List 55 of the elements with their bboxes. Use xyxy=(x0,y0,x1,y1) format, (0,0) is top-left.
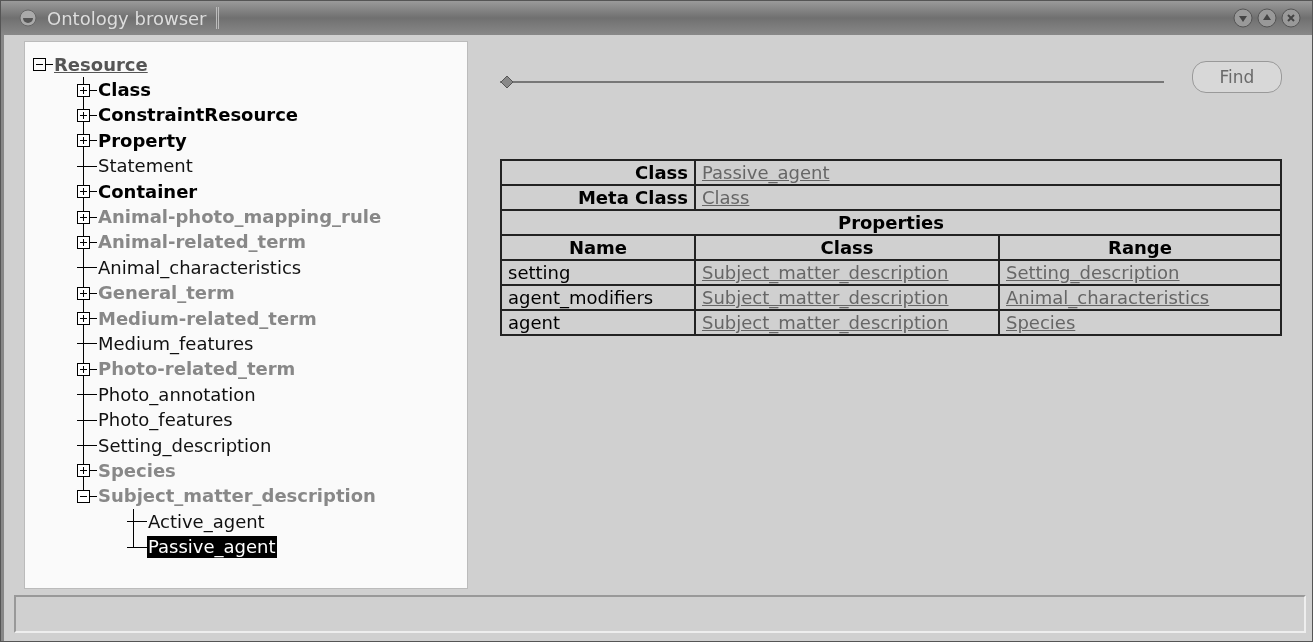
plus-box-icon[interactable] xyxy=(77,83,90,97)
plus-box-icon[interactable] xyxy=(77,210,90,224)
table-header-cell: Meta Class xyxy=(501,185,695,210)
close-icon[interactable] xyxy=(1280,7,1302,29)
tree-item[interactable]: ConstraintResource xyxy=(97,104,300,127)
tree-item[interactable]: Passive_agent xyxy=(147,536,277,559)
column-header: Range xyxy=(999,235,1281,260)
property-class-link[interactable]: Subject_matter_description xyxy=(702,262,949,283)
table-header-cell: Class xyxy=(501,160,695,185)
tree-item[interactable]: Resource xyxy=(53,53,149,76)
column-header: Class xyxy=(695,235,999,260)
plus-box-icon[interactable] xyxy=(77,185,90,199)
tree-item[interactable]: Medium_features xyxy=(97,333,255,355)
table-cell: agent_modifiers xyxy=(501,285,695,310)
property-class-link[interactable]: Subject_matter_description xyxy=(702,287,949,308)
tree-item[interactable]: Photo-related_term xyxy=(97,358,297,381)
tree-item[interactable]: Photo_annotation xyxy=(97,383,257,406)
table-cell: setting xyxy=(501,260,695,285)
tree-item[interactable]: Species xyxy=(97,459,177,482)
range-link[interactable]: Animal_characteristics xyxy=(1006,287,1210,308)
property-class-link[interactable]: Subject_matter_description xyxy=(702,312,949,333)
meta-class-link[interactable]: Class xyxy=(702,187,750,208)
column-header: Name xyxy=(501,235,695,260)
tree-item[interactable]: Photo_features xyxy=(97,409,234,432)
tree-item[interactable]: Class xyxy=(97,79,152,102)
plus-box-icon[interactable] xyxy=(77,286,90,300)
minimize-icon[interactable] xyxy=(1232,7,1254,29)
tree-item[interactable]: Medium-related_term xyxy=(97,307,318,330)
tree-item[interactable]: Property xyxy=(97,129,188,152)
maximize-icon[interactable] xyxy=(1256,7,1278,29)
table-cell: agent xyxy=(501,310,695,335)
plus-box-icon[interactable] xyxy=(77,235,90,249)
tree-item[interactable]: Animal_characteristics xyxy=(97,256,303,279)
class-name-link[interactable]: Passive_agent xyxy=(702,162,830,183)
table-header-cell: Properties xyxy=(501,210,1281,235)
minus-box-icon[interactable] xyxy=(33,58,46,72)
range-link[interactable]: Setting_description xyxy=(1006,262,1180,283)
window-menu-icon[interactable] xyxy=(19,9,37,27)
plus-box-icon[interactable] xyxy=(77,362,90,376)
range-link[interactable]: Species xyxy=(1006,312,1076,333)
tree-item[interactable]: General_term xyxy=(97,282,236,305)
tree-item[interactable]: Animal-related_term xyxy=(97,231,307,254)
tree-item[interactable]: Active_agent xyxy=(147,510,266,533)
plus-box-icon[interactable] xyxy=(77,312,90,326)
tree-item[interactable]: Subject_matter_description xyxy=(97,485,377,508)
plus-box-icon[interactable] xyxy=(77,464,90,478)
plus-box-icon[interactable] xyxy=(77,108,90,122)
plus-box-icon[interactable] xyxy=(77,134,90,148)
window-title: Ontology browser xyxy=(47,7,207,29)
tree-item[interactable]: Animal-photo_mapping_rule xyxy=(97,206,383,229)
minus-box-icon[interactable] xyxy=(77,489,90,503)
tree-item[interactable]: Setting_description xyxy=(97,434,273,457)
tree-item[interactable]: Container xyxy=(97,180,199,203)
tree-item[interactable]: Statement xyxy=(97,155,194,178)
slider-thumb[interactable] xyxy=(500,75,514,89)
